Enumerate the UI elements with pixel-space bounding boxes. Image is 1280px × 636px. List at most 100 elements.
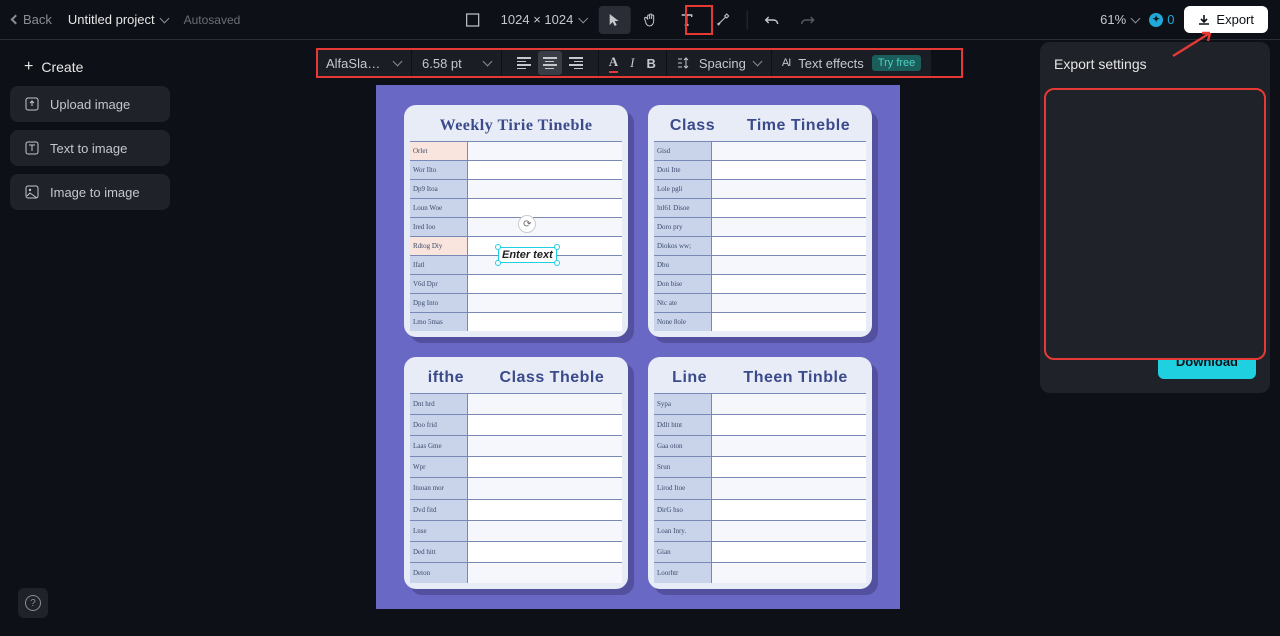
download-icon xyxy=(1198,14,1210,26)
row-label: Sypa xyxy=(654,394,712,414)
bold-button[interactable]: B xyxy=(647,56,656,71)
resize-handle-bl[interactable] xyxy=(495,260,501,266)
canvas-dimensions[interactable]: 1024 × 1024 xyxy=(493,12,595,27)
redo-button[interactable] xyxy=(791,6,823,34)
row-label: DirG hso xyxy=(654,500,712,520)
row-cell xyxy=(468,313,622,331)
row-cell xyxy=(468,218,622,236)
row-cell xyxy=(468,500,622,520)
alignment-group xyxy=(502,48,599,78)
selected-text-element[interactable]: ⟳ Enter text xyxy=(498,247,557,263)
table-row: Wor Ilto xyxy=(410,160,622,179)
chevron-down-icon xyxy=(1131,13,1141,23)
row-label: Wor Ilto xyxy=(410,161,468,179)
table-row: Loorhtr xyxy=(654,562,866,583)
row-label: Ntc ate xyxy=(654,294,712,312)
row-label: Gian xyxy=(654,542,712,562)
table-row: Lole pgli xyxy=(654,179,866,198)
row-cell xyxy=(712,199,866,217)
credits-display[interactable]: ✦ 0 xyxy=(1149,12,1174,27)
row-label: Deton xyxy=(410,563,468,583)
row-label: Srun xyxy=(654,457,712,477)
cursor-icon xyxy=(608,13,620,27)
resize-handle-br[interactable] xyxy=(554,260,560,266)
table-row: Doro pry xyxy=(654,217,866,236)
row-cell xyxy=(468,294,622,312)
font-size-dropdown[interactable]: 6.58 pt xyxy=(412,48,502,78)
zoom-dropdown[interactable]: 61% xyxy=(1100,12,1139,27)
font-family-dropdown[interactable]: AlfaSlab… xyxy=(316,48,412,78)
resize-tool[interactable] xyxy=(457,6,489,34)
canvas[interactable]: Weekly Tirie TinebleOrletWor IltoDp9 Ito… xyxy=(376,85,900,609)
color-picker-tool[interactable] xyxy=(706,6,738,34)
text-effects-button[interactable]: AI Text effects Try free xyxy=(772,48,931,78)
sidebar-item-image-to-image[interactable]: Image to image xyxy=(10,174,170,210)
chevron-left-icon xyxy=(11,15,21,25)
topbar-right: 61% ✦ 0 Export xyxy=(1100,6,1268,33)
row-label: Gisd xyxy=(654,142,712,160)
sidebar-item-upload-image[interactable]: Upload image xyxy=(10,86,170,122)
row-cell xyxy=(712,180,866,198)
chevron-down-icon xyxy=(482,57,492,67)
align-right-icon xyxy=(569,57,583,69)
rotate-handle[interactable]: ⟳ xyxy=(518,215,536,233)
align-right-button[interactable] xyxy=(564,51,588,75)
sidebar-item-text-to-image[interactable]: Text to image xyxy=(10,130,170,166)
back-button[interactable]: Back xyxy=(12,12,52,27)
table-row: Doti Itte xyxy=(654,160,866,179)
table-row: Orlet xyxy=(410,141,622,160)
align-left-button[interactable] xyxy=(512,51,536,75)
sidebar-item-label: Image to image xyxy=(50,185,140,200)
table-row: Loun Woe xyxy=(410,198,622,217)
table-row: Dp9 Itoa xyxy=(410,179,622,198)
row-label: Dbu xyxy=(654,256,712,274)
table-row: Ituoan mor xyxy=(410,477,622,498)
resize-handle-tr[interactable] xyxy=(554,244,560,250)
create-button[interactable]: + Create xyxy=(10,48,170,86)
file-type-select[interactable]: JPEG xyxy=(1054,108,1256,141)
timetable-card: ClassTime TinebleGisdDoti ItteLole pglil… xyxy=(648,105,872,337)
table-row: Gisd xyxy=(654,141,866,160)
timetable-title: iftheClass Theble xyxy=(410,365,622,393)
text-color-button[interactable]: A xyxy=(609,54,618,73)
row-cell xyxy=(468,436,622,456)
spacing-dropdown[interactable]: Spacing xyxy=(667,48,772,78)
undo-button[interactable] xyxy=(755,6,787,34)
row-label: Rdtog Diy xyxy=(410,237,468,255)
table-row: lnl61 Disoe xyxy=(654,198,866,217)
project-title-dropdown[interactable]: Untitled project xyxy=(68,12,168,27)
row-label: Gaa oton xyxy=(654,436,712,456)
row-label: None 8ole xyxy=(654,313,712,331)
try-free-badge: Try free xyxy=(872,55,922,71)
row-label: Doti Itte xyxy=(654,161,712,179)
export-settings-panel: Export settings File type JPEG Size 1x E… xyxy=(1040,42,1270,393)
align-center-button[interactable] xyxy=(538,51,562,75)
row-label: Laas Gme xyxy=(410,436,468,456)
hand-tool[interactable] xyxy=(634,6,666,34)
row-cell xyxy=(468,542,622,562)
left-sidebar: + Create Upload image Text to image Imag… xyxy=(10,48,170,218)
row-label: Doro pry xyxy=(654,218,712,236)
row-label: Dp9 Itoa xyxy=(410,180,468,198)
resize-handle-tl[interactable] xyxy=(495,244,501,250)
select-tool[interactable] xyxy=(598,6,630,34)
italic-button[interactable]: I xyxy=(630,55,634,71)
table-row: Don bise xyxy=(654,274,866,293)
size-select[interactable]: 1x xyxy=(1054,175,1256,208)
download-button[interactable]: Download xyxy=(1158,344,1256,379)
chevron-down-icon xyxy=(578,13,588,23)
row-label: Lmo 5mas xyxy=(410,313,468,331)
radio-export-all[interactable]: Export all … xyxy=(1054,282,1148,326)
table-row: Dpg Into xyxy=(410,293,622,312)
radio-selected-layers[interactable]: Selected l… xyxy=(1159,242,1256,274)
text-toolbar: AlfaSlab… 6.58 pt A I B Spacing AI Text … xyxy=(316,48,931,78)
export-button[interactable]: Export xyxy=(1184,6,1268,33)
text-tool[interactable] xyxy=(670,6,702,34)
help-button[interactable]: ? xyxy=(18,588,48,618)
chevron-down-icon xyxy=(1236,185,1246,195)
row-label: Dvd fitd xyxy=(410,500,468,520)
table-row: Lnse xyxy=(410,520,622,541)
row-label: Ddlt htnt xyxy=(654,415,712,435)
radio-this-canvas[interactable]: This canvas xyxy=(1054,242,1151,274)
row-cell xyxy=(468,478,622,498)
